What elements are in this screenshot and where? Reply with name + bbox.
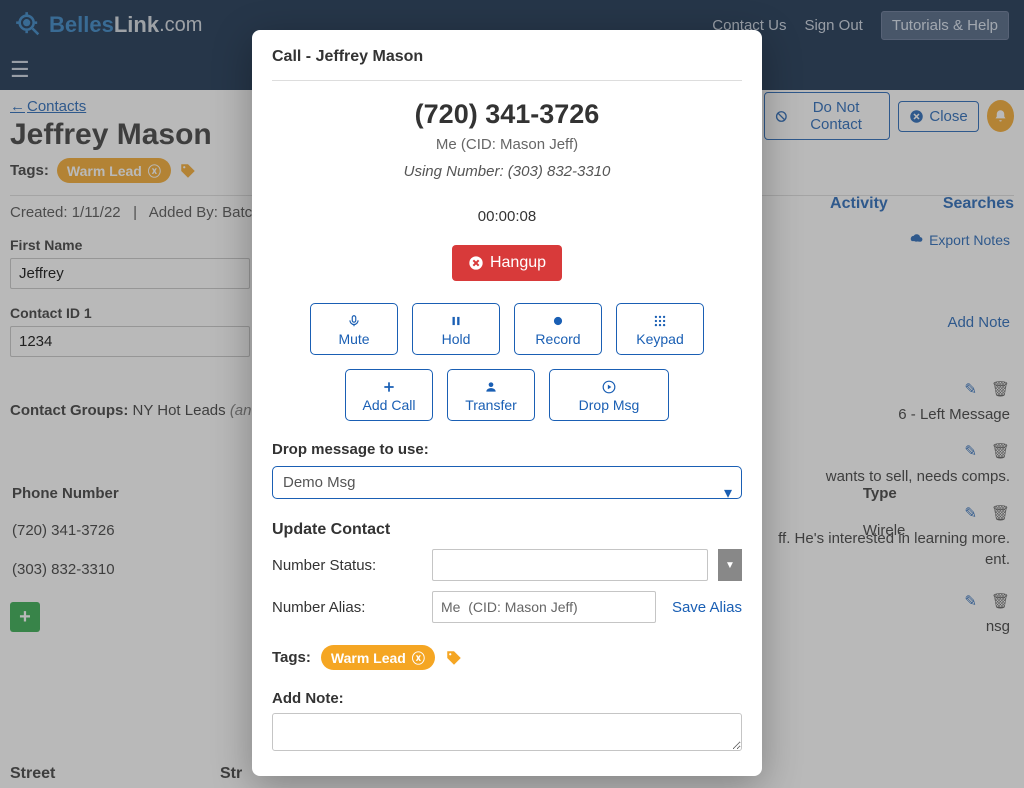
tag-add-icon[interactable] [445,647,463,668]
call-using-number: Using Number: (303) 832-3310 [272,163,742,180]
hangup-button[interactable]: Hangup [452,245,562,281]
modal-tags-row: Tags: Warm Lead ⓧ [272,645,742,670]
plus-icon [382,378,396,395]
add-note-label: Add Note: [272,690,742,707]
record-button[interactable]: Record [514,303,602,355]
modal-tags-label: Tags: [272,649,311,666]
modal-tag-pill[interactable]: Warm Lead ⓧ [321,645,435,670]
call-cid: Me (CID: Mason Jeff) [272,136,742,153]
add-call-button[interactable]: Add Call [345,369,433,421]
call-button-grid: Mute Hold Record Keypad Add Call Transfe… [272,303,742,421]
number-status-row: Number Status: ▼ [272,549,742,581]
update-contact-heading: Update Contact [272,521,742,539]
call-timer: 00:00:08 [272,208,742,225]
number-status-select[interactable] [432,549,708,581]
number-alias-input[interactable] [432,591,656,623]
tag-remove-icon[interactable]: ⓧ [412,648,425,667]
call-phone-number: (720) 341-3726 [272,99,742,130]
mic-icon [347,312,361,329]
number-status-label: Number Status: [272,557,422,574]
chevron-down-icon[interactable]: ▼ [718,549,742,581]
drop-message-label: Drop message to use: [272,441,742,458]
pause-icon [449,312,463,329]
add-note-textarea[interactable] [272,713,742,751]
keypad-icon [653,312,667,329]
hold-button[interactable]: Hold [412,303,500,355]
call-modal: Call - Jeffrey Mason (720) 341-3726 Me (… [252,30,762,776]
mute-button[interactable]: Mute [310,303,398,355]
person-icon [484,378,498,395]
number-alias-label: Number Alias: [272,599,422,616]
save-alias-link[interactable]: Save Alias [672,599,742,616]
keypad-button[interactable]: Keypad [616,303,704,355]
close-circle-icon [468,255,484,271]
transfer-button[interactable]: Transfer [447,369,535,421]
drop-message-select[interactable]: Demo Msg [272,466,742,499]
number-alias-row: Number Alias: Save Alias [272,591,742,623]
play-circle-icon [602,378,616,395]
modal-title: Call - Jeffrey Mason [272,48,742,81]
drop-msg-button[interactable]: Drop Msg [549,369,669,421]
record-icon [551,312,565,329]
